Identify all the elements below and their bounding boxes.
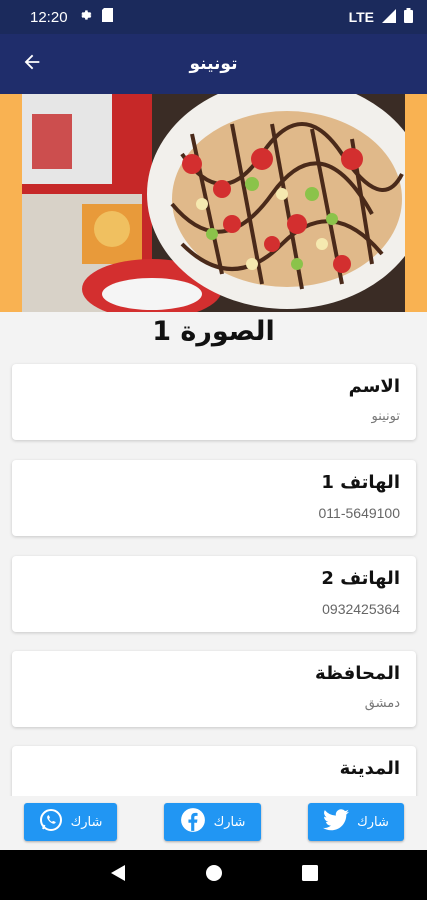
app-bar: تونينو: [0, 34, 427, 94]
field-card-name: الاسم تونينو: [12, 364, 416, 440]
field-card-phone-2: الهاتف 2 0932425364: [12, 556, 416, 632]
field-label: الاسم: [348, 376, 400, 397]
whatsapp-share-button[interactable]: شارك: [24, 803, 117, 841]
twitter-icon: [323, 809, 350, 835]
field-value: دمشق: [364, 696, 400, 711]
field-label: الهاتف 2: [321, 568, 400, 589]
field-card-phone-1: الهاتف 1 011-5649100: [12, 460, 416, 536]
nav-back-icon[interactable]: [109, 864, 127, 886]
field-label: الهاتف 1: [321, 472, 400, 493]
field-card-governorate: المحافظة دمشق: [12, 651, 416, 727]
share-bar: شارك شارك شارك: [0, 796, 427, 850]
nav-home-icon[interactable]: [205, 864, 223, 886]
signal-icon: [382, 8, 396, 26]
status-time: 12:20: [30, 8, 68, 26]
sim-card-icon: [101, 8, 113, 26]
hero-image-container: [0, 94, 427, 312]
twitter-share-button[interactable]: شارك: [308, 803, 404, 841]
network-type: LTE: [348, 9, 374, 25]
facebook-share-button[interactable]: شارك: [164, 803, 261, 841]
share-label: شارك: [213, 814, 246, 830]
image-caption: الصورة 1: [152, 316, 275, 347]
arrow-left-icon: [21, 51, 43, 77]
system-nav-bar: [0, 850, 427, 900]
whatsapp-icon: [39, 808, 63, 836]
settings-icon: [78, 8, 92, 26]
field-label: المدينة: [339, 758, 400, 779]
field-label: المحافظة: [315, 663, 400, 684]
facebook-icon: [180, 807, 206, 837]
field-value[interactable]: 0932425364: [28, 601, 400, 617]
share-label: شارك: [70, 814, 103, 830]
field-value[interactable]: 011-5649100: [28, 505, 400, 521]
hero-photo[interactable]: [22, 94, 405, 312]
page-title: تونينو: [189, 54, 238, 74]
battery-icon: [404, 8, 413, 26]
nav-recents-icon[interactable]: [301, 865, 318, 885]
back-button[interactable]: [18, 50, 46, 78]
share-label: شارك: [357, 814, 389, 830]
status-bar: 12:20 LTE: [0, 0, 427, 34]
field-value: تونينو: [371, 409, 400, 424]
